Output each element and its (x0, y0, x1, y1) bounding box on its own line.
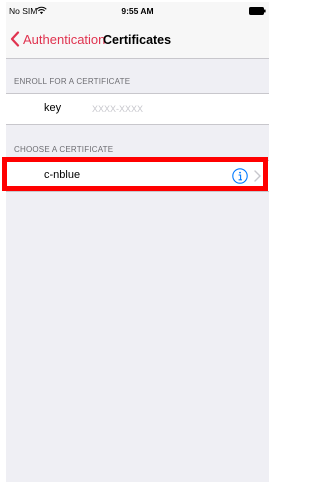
highlight-box (2, 157, 268, 191)
key-input[interactable] (92, 100, 242, 118)
device-frame: No SIM 9:55 AM Authentication Certificat… (0, 0, 274, 485)
key-row: key (6, 93, 269, 125)
status-bar: No SIM 9:55 AM (6, 2, 269, 22)
back-button-label: Authentication (23, 31, 106, 47)
key-label: key (44, 102, 62, 114)
navigation-bar: Authentication Certificates (6, 22, 269, 59)
chevron-left-icon (10, 31, 20, 47)
screen: No SIM 9:55 AM Authentication Certificat… (6, 2, 269, 482)
battery-icon (249, 7, 266, 15)
status-time: 9:55 AM (121, 6, 154, 16)
section-header-choose: CHOOSE A CERTIFICATE (14, 145, 114, 154)
back-button[interactable]: Authentication (10, 28, 105, 50)
page-title: Certificates (103, 33, 172, 47)
section-header-enroll: ENROLL FOR A CERTIFICATE (14, 77, 131, 86)
